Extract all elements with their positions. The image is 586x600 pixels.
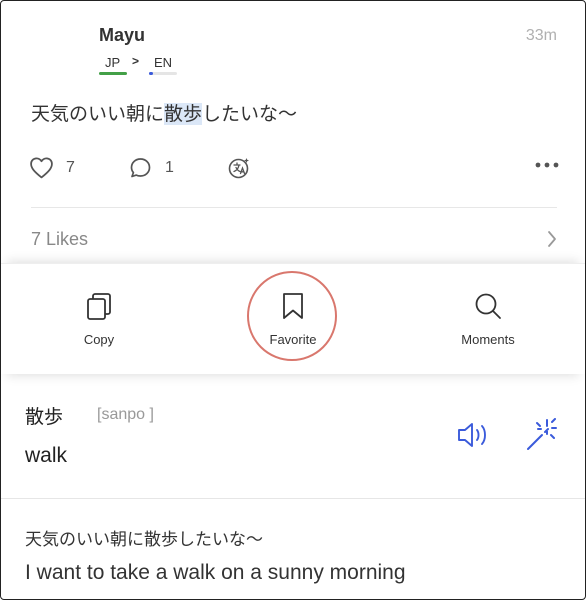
favorite-label: Favorite	[269, 332, 317, 347]
learning-language-level-track	[149, 72, 177, 75]
section-gap	[1, 374, 585, 382]
native-language: JP	[105, 55, 121, 70]
likes-count: 7	[66, 158, 75, 176]
bookmark-icon	[283, 293, 303, 319]
post-card: Mayu 33m JP > EN 天気のいい朝に散歩したいな〜 7 1 7 Li…	[1, 1, 585, 263]
magic-wand-icon[interactable]	[525, 418, 557, 452]
post-username[interactable]: Mayu	[99, 25, 145, 46]
copy-icon	[87, 293, 111, 320]
dictionary-meaning: walk	[25, 444, 68, 467]
copy-label: Copy	[83, 332, 115, 347]
more-button[interactable]	[535, 162, 559, 168]
like-button[interactable]: 7	[29, 156, 75, 179]
context-menu: Copy Favorite Moments	[1, 263, 585, 374]
native-language-level-bar	[99, 72, 127, 75]
post-text-before: 天気のいい朝に	[31, 103, 165, 125]
translate-button[interactable]	[227, 156, 251, 180]
chevron-right-icon: >	[132, 54, 140, 68]
post-text-after: したいな〜	[202, 103, 298, 125]
comment-button[interactable]: 1	[128, 156, 174, 180]
moments-button[interactable]: Moments	[428, 264, 548, 347]
comment-icon	[130, 158, 151, 178]
comments-count: 1	[165, 159, 174, 176]
post-text-selected-word[interactable]: 散歩	[164, 103, 203, 125]
translation-target: I want to take a walk on a sunny morning	[25, 561, 406, 584]
dictionary-panel: 散歩 [sanpo ] walk	[1, 382, 585, 499]
heart-icon	[30, 157, 53, 179]
moments-label: Moments	[461, 332, 515, 347]
likes-summary[interactable]: 7 Likes	[31, 229, 88, 250]
post-time: 33m	[525, 27, 557, 44]
translation-source: 天気のいい朝に散歩したいな〜	[25, 530, 263, 550]
more-dots-icon	[535, 162, 559, 168]
search-icon	[475, 293, 501, 319]
post-text[interactable]: 天気のいい朝に散歩したいな〜	[31, 99, 297, 126]
speaker-icon[interactable]	[457, 420, 491, 450]
app-frame: Mayu 33m JP > EN 天気のいい朝に散歩したいな〜 7 1 7 Li…	[0, 0, 586, 600]
copy-button[interactable]: Copy	[39, 264, 159, 347]
translate-icon	[228, 158, 249, 179]
learning-language: EN	[154, 55, 173, 70]
dictionary-word: 散歩	[25, 406, 64, 428]
favorite-button[interactable]: Favorite	[233, 264, 353, 347]
dictionary-reading: [sanpo ]	[97, 406, 154, 423]
chevron-right-icon[interactable]	[547, 230, 557, 248]
divider	[31, 207, 557, 208]
post-actions: 7 1	[1, 156, 585, 192]
learning-language-level-fill	[149, 72, 153, 75]
